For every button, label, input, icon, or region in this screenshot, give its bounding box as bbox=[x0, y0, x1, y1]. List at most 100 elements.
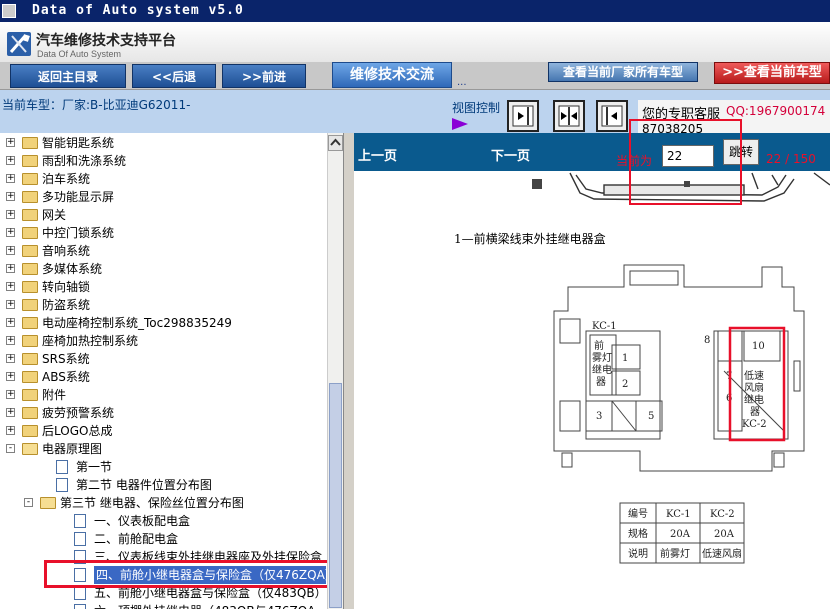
tree-item[interactable]: + 泊车系统 bbox=[0, 170, 326, 188]
window-title: Data of Auto system v5.0 bbox=[32, 3, 244, 18]
tree-item-label: 第三节 继电器、保险丝位置分布图 bbox=[60, 496, 244, 510]
home-button[interactable]: 返回主目录 bbox=[10, 64, 126, 88]
tree-item[interactable]: + 网关 bbox=[0, 206, 326, 224]
tree-item[interactable]: 六、顶棚外挂继电器（483QB与476ZQA一致） bbox=[0, 602, 326, 609]
spec-table: 编号 KC-1 KC-2 规格 20A 20A 说明 前雾灯 低速风扇 bbox=[619, 502, 745, 564]
page-count: 22 / 150 bbox=[766, 152, 816, 166]
scroll-up-button[interactable] bbox=[328, 135, 343, 151]
tree-item[interactable]: + 后LOGO总成 bbox=[0, 422, 326, 440]
collapse-icon[interactable]: - bbox=[24, 498, 33, 507]
tree-item[interactable]: + 防盗系统 bbox=[0, 296, 326, 314]
svg-text:2: 2 bbox=[622, 379, 628, 390]
folder-icon bbox=[22, 353, 38, 365]
expand-icon[interactable]: + bbox=[6, 336, 15, 345]
tree-item[interactable]: + 雨刮和洗涤系统 bbox=[0, 152, 326, 170]
back-button[interactable]: <<后退 bbox=[132, 64, 216, 88]
expand-icon[interactable]: + bbox=[6, 246, 15, 255]
app-window: Data of Auto system v5.0 汽车维修技术支持平台 Data… bbox=[0, 0, 830, 609]
svg-text:KC-1: KC-1 bbox=[666, 509, 691, 520]
svg-text:前: 前 bbox=[594, 339, 604, 352]
tree-item-label: 转向轴锁 bbox=[42, 280, 91, 294]
tree-item[interactable]: + 座椅加热控制系统 bbox=[0, 332, 326, 350]
brand-subtitle: Data Of Auto System bbox=[37, 49, 122, 59]
folder-icon bbox=[22, 425, 38, 437]
nav-toolbar: 返回主目录 <<后退 >>前进 维修技术交流 ... 查看当前厂家所有车型 >>… bbox=[0, 62, 830, 90]
tree-item-label: 音响系统 bbox=[42, 244, 91, 258]
tree-scrollbar[interactable] bbox=[327, 133, 343, 609]
expand-icon[interactable]: + bbox=[6, 426, 15, 435]
svg-text:10: 10 bbox=[752, 341, 765, 352]
document-icon bbox=[56, 460, 68, 474]
tree-item[interactable]: 第一节 bbox=[0, 458, 326, 476]
expand-icon[interactable]: + bbox=[6, 156, 15, 165]
view-right-panel-button[interactable] bbox=[596, 100, 628, 132]
svg-text:雾灯: 雾灯 bbox=[592, 352, 612, 364]
tree-item[interactable]: + SRS系统 bbox=[0, 350, 326, 368]
next-page-link[interactable]: 下一页 bbox=[491, 145, 530, 164]
scroll-thumb[interactable] bbox=[329, 383, 342, 608]
tree-item[interactable]: + 多功能显示屏 bbox=[0, 188, 326, 206]
tree-item[interactable]: + 电动座椅控制系统_Toc298835249 bbox=[0, 314, 326, 332]
forward-button[interactable]: >>前进 bbox=[222, 64, 306, 88]
tree-item[interactable]: - 电器原理图 bbox=[0, 440, 326, 458]
app-icon bbox=[2, 4, 16, 18]
svg-text:低速风扇: 低速风扇 bbox=[702, 547, 742, 560]
tree-item[interactable]: + 中控门锁系统 bbox=[0, 224, 326, 242]
expand-icon[interactable]: + bbox=[6, 408, 15, 417]
collapse-right-icon bbox=[512, 105, 534, 127]
expand-icon[interactable]: + bbox=[6, 282, 15, 291]
expand-icon[interactable]: + bbox=[6, 174, 15, 183]
tree-item-label: 一、仪表板配电盒 bbox=[94, 514, 191, 528]
tree-item[interactable]: + 音响系统 bbox=[0, 242, 326, 260]
tree-item[interactable]: - 第三节 继电器、保险丝位置分布图 bbox=[0, 494, 326, 512]
tree-item-label: 多功能显示屏 bbox=[42, 190, 115, 204]
svg-text:KC-2: KC-2 bbox=[742, 419, 767, 430]
tech-exchange-button[interactable]: 维修技术交流 bbox=[332, 62, 452, 88]
view-split-button[interactable] bbox=[553, 100, 585, 132]
collapse-icon[interactable]: - bbox=[6, 444, 15, 453]
tree-item[interactable]: + 多媒体系统 bbox=[0, 260, 326, 278]
folder-icon bbox=[22, 155, 38, 167]
relay-box-diagram: 1—前横梁线束外挂继电器盒 KC-1 前 雾灯 继电 器 1 2 3 5 8 1… bbox=[454, 172, 830, 564]
svg-text:8: 8 bbox=[704, 335, 710, 346]
content-panel: 上一页 下一页 当前为 跳转 22 / 150 1—前横梁线束外挂继电器盒 bbox=[354, 133, 830, 609]
expand-icon[interactable]: + bbox=[6, 264, 15, 273]
document-icon bbox=[74, 586, 86, 600]
folder-icon bbox=[22, 371, 38, 383]
wrench-logo-icon bbox=[7, 32, 31, 56]
expand-icon[interactable]: + bbox=[6, 354, 15, 363]
view-left-panel-button[interactable] bbox=[507, 100, 539, 132]
svg-text:风扇: 风扇 bbox=[744, 381, 764, 394]
tree-item-label: 疲劳预警系统 bbox=[42, 406, 115, 420]
qq-number[interactable]: QQ:1967900174 bbox=[726, 104, 825, 118]
expand-icon[interactable]: + bbox=[6, 228, 15, 237]
expand-icon[interactable]: + bbox=[6, 318, 15, 327]
tree-item[interactable]: 一、仪表板配电盒 bbox=[0, 512, 326, 530]
view-control-label: 视图控制 bbox=[452, 101, 501, 115]
tree-item[interactable]: 第二节 电器件位置分布图 bbox=[0, 476, 326, 494]
tree-item[interactable]: + 附件 bbox=[0, 386, 326, 404]
tree-item-label: 智能钥匙系统 bbox=[42, 136, 115, 150]
prev-page-link[interactable]: 上一页 bbox=[358, 145, 397, 164]
tree-item[interactable]: + 疲劳预警系统 bbox=[0, 404, 326, 422]
svg-text:20A: 20A bbox=[670, 529, 691, 540]
folder-icon bbox=[22, 227, 38, 239]
tree-item[interactable]: + ABS系统 bbox=[0, 368, 326, 386]
expand-icon[interactable]: + bbox=[6, 390, 15, 399]
expand-icon[interactable]: + bbox=[6, 138, 15, 147]
tree-item-label: 二、前舱配电盒 bbox=[94, 532, 179, 546]
svg-text:KC-1: KC-1 bbox=[592, 321, 617, 332]
expand-icon[interactable]: + bbox=[6, 210, 15, 219]
tree-item[interactable]: + 转向轴锁 bbox=[0, 278, 326, 296]
document-icon bbox=[74, 514, 86, 528]
more-link[interactable]: ... bbox=[457, 77, 467, 88]
expand-icon[interactable]: + bbox=[6, 372, 15, 381]
expand-icon[interactable]: + bbox=[6, 192, 15, 201]
svg-text:器: 器 bbox=[596, 376, 606, 388]
expand-icon[interactable]: + bbox=[6, 300, 15, 309]
tree-item[interactable]: 二、前舱配电盒 bbox=[0, 530, 326, 548]
tree-item[interactable]: + 智能钥匙系统 bbox=[0, 134, 326, 152]
chevron-up-icon bbox=[330, 138, 341, 146]
factory-models-button[interactable]: 查看当前厂家所有车型 bbox=[548, 62, 698, 82]
current-model-button[interactable]: >>查看当前车型 bbox=[714, 62, 830, 84]
